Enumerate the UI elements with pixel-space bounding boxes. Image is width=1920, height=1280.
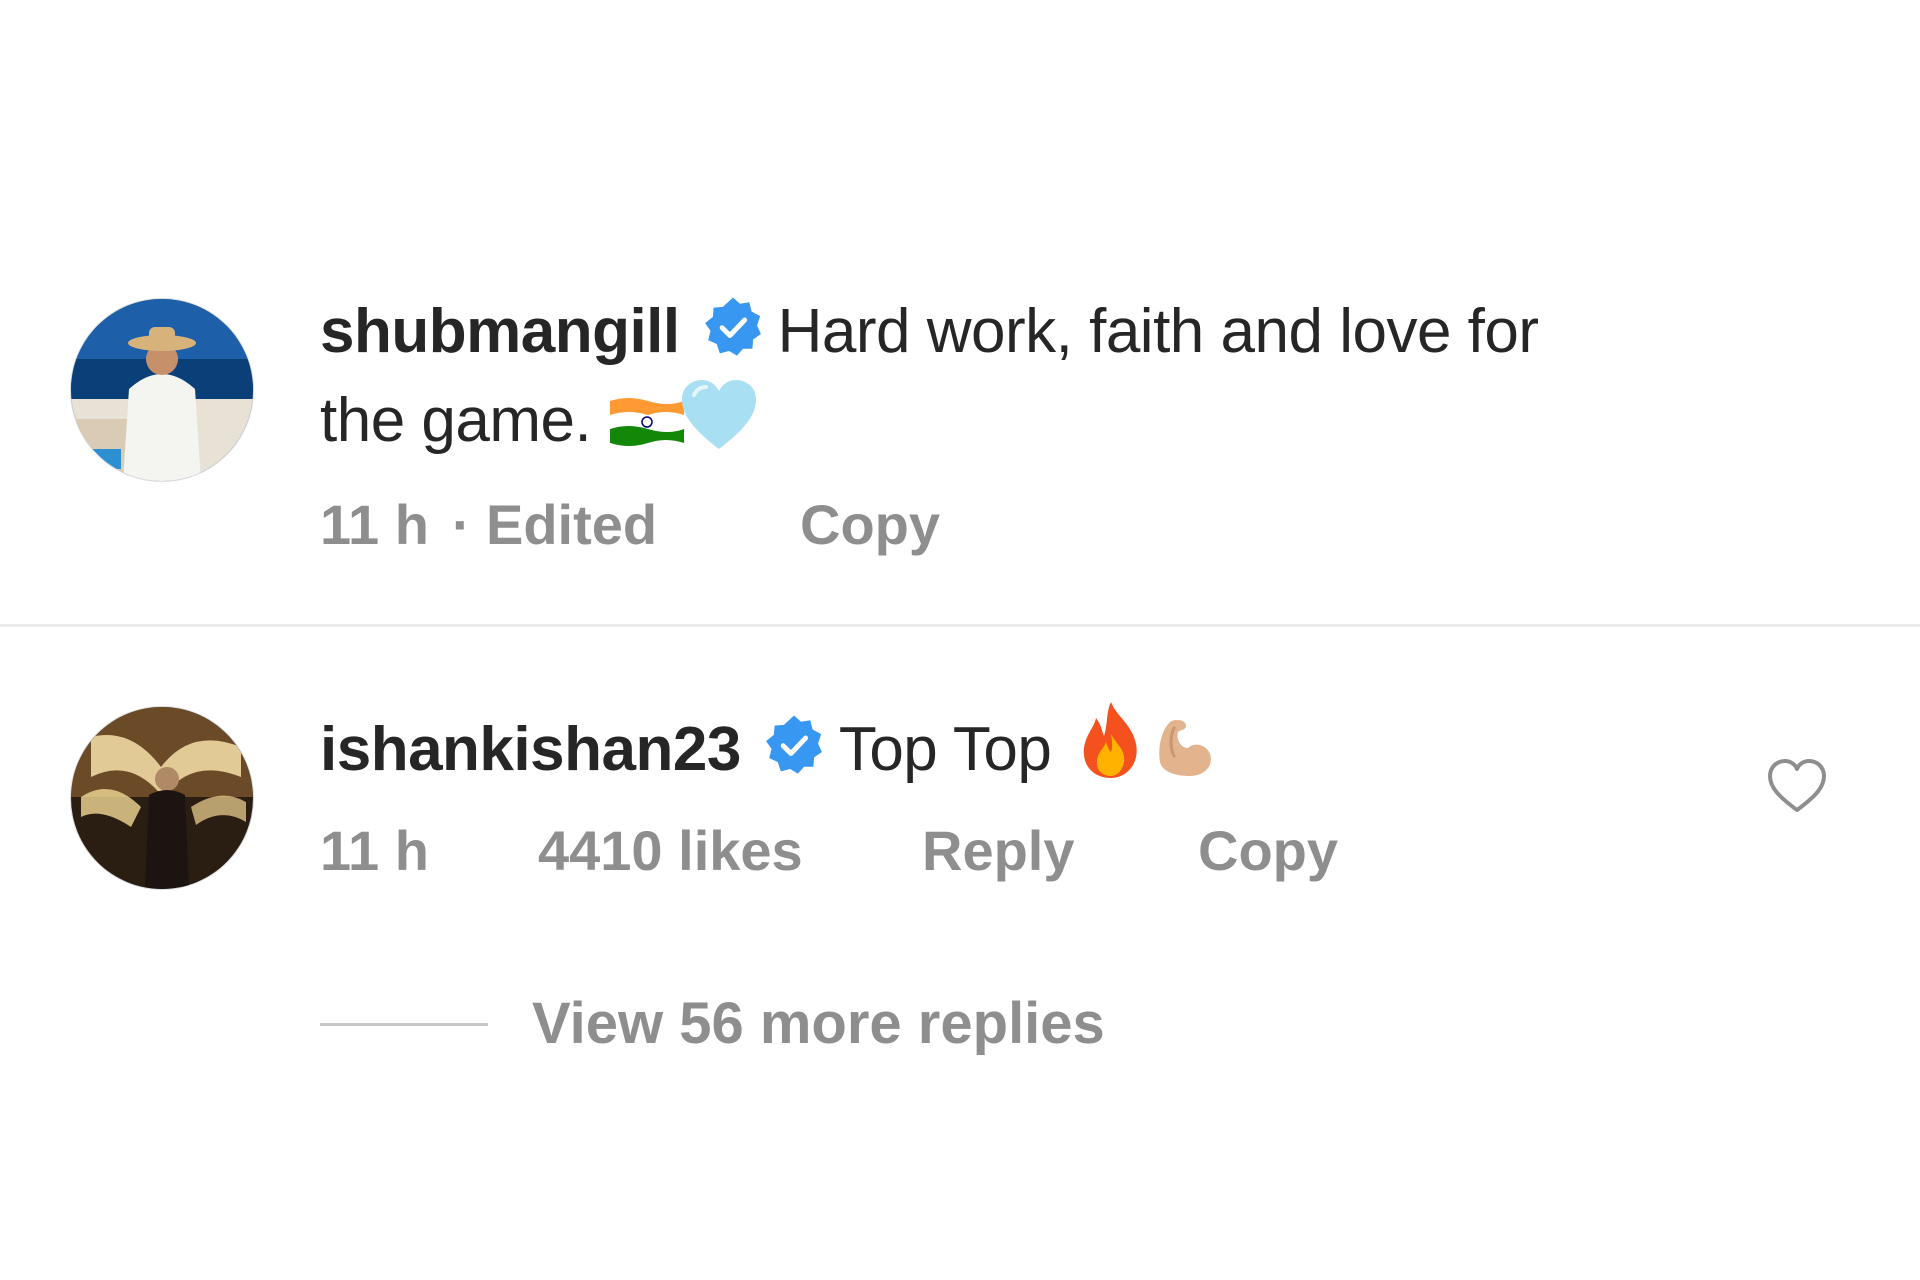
timestamp: 11 h bbox=[320, 819, 429, 882]
verified-badge-icon bbox=[763, 714, 825, 797]
view-more-replies-label: View 56 more replies bbox=[532, 991, 1105, 1056]
meta-separator: · bbox=[452, 493, 471, 556]
comment-body: ishankishan23 Top Top bbox=[320, 700, 1216, 801]
view-more-replies-button[interactable]: View 56 more replies bbox=[320, 990, 1160, 1060]
copy-button[interactable]: Copy bbox=[1198, 818, 1338, 883]
fire-emoji bbox=[1076, 700, 1146, 801]
avatar[interactable] bbox=[70, 298, 254, 482]
username[interactable]: ishankishan23 bbox=[320, 715, 741, 784]
likes-count[interactable]: 4410 likes bbox=[538, 818, 803, 883]
edited-label: Edited bbox=[486, 493, 658, 556]
flexed-biceps-emoji bbox=[1150, 714, 1216, 801]
verified-badge-icon bbox=[702, 296, 764, 379]
india-flag-emoji bbox=[608, 389, 686, 472]
timestamp: 11 h bbox=[320, 493, 429, 556]
comment-body: shubmangill Hard work, faith and love for… bbox=[320, 290, 1539, 472]
avatar[interactable] bbox=[70, 706, 254, 890]
copy-button[interactable]: Copy bbox=[800, 492, 940, 557]
comment-text: the game. bbox=[320, 386, 592, 455]
username[interactable]: shubmangill bbox=[320, 297, 680, 366]
divider bbox=[0, 624, 1920, 627]
comments-panel: shubmangill Hard work, faith and love for… bbox=[0, 0, 1920, 1280]
light-blue-heart-emoji bbox=[680, 379, 758, 472]
comment-text: Top Top bbox=[838, 715, 1052, 784]
replies-line bbox=[320, 1023, 488, 1026]
comment-text: Hard work, faith and love for bbox=[777, 297, 1539, 366]
reply-button[interactable]: Reply bbox=[922, 818, 1075, 883]
heart-outline-icon[interactable] bbox=[1766, 758, 1828, 819]
